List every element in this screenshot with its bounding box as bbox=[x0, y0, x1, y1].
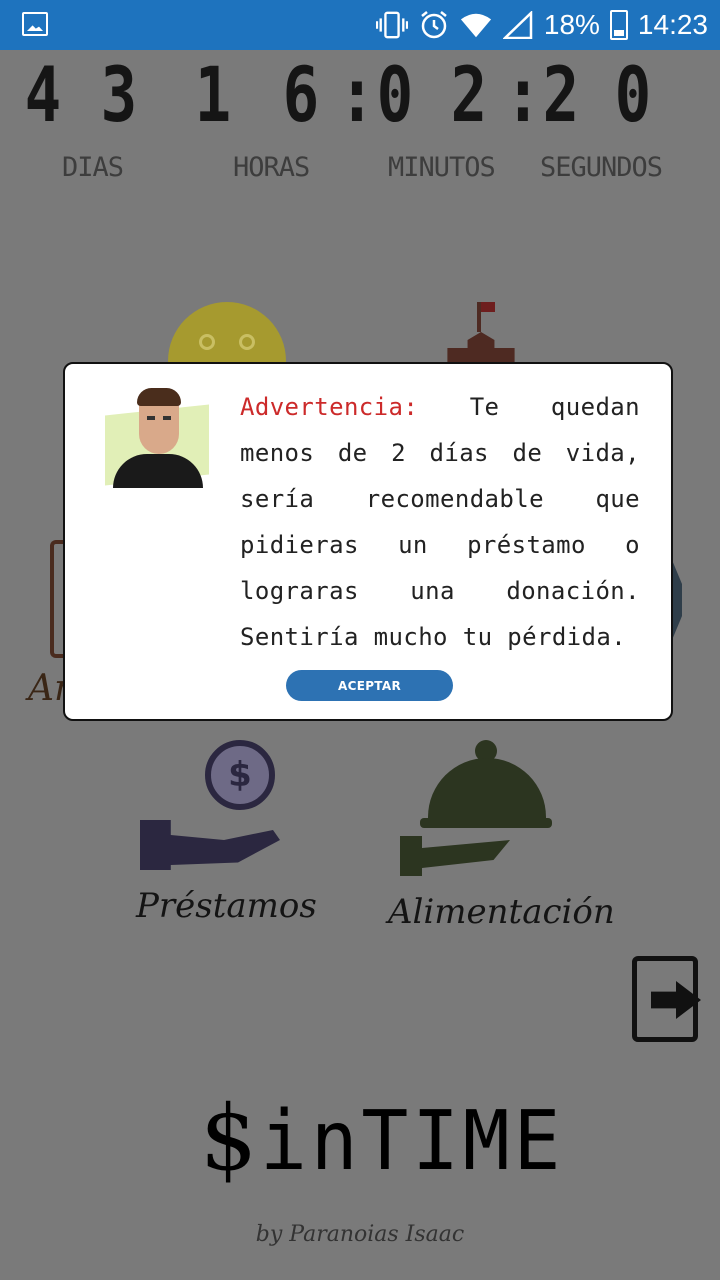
warning-text: Te quedan menos de 2 días de vida, sería… bbox=[240, 393, 640, 651]
warning-label: Advertencia: bbox=[240, 393, 419, 421]
status-bar: 18% 14:23 bbox=[0, 0, 720, 50]
app-logo: $ inTIME bbox=[200, 1089, 560, 1190]
countdown-digit: 0 bbox=[614, 50, 652, 139]
loans-icon[interactable]: $ bbox=[140, 740, 290, 870]
countdown-separator: : bbox=[504, 50, 542, 139]
accept-button[interactable]: ACEPTAR bbox=[286, 670, 453, 701]
avatar-hair bbox=[137, 388, 181, 406]
flag-icon bbox=[477, 302, 495, 332]
label-days: DIAS bbox=[62, 152, 124, 183]
food-cloche-icon[interactable] bbox=[400, 740, 560, 880]
countdown-digit: 6 bbox=[282, 50, 320, 139]
dialog-message: Advertencia: Te quedan menos de 2 días d… bbox=[240, 384, 640, 660]
gallery-icon bbox=[22, 12, 48, 36]
menu-item-right-icon[interactable] bbox=[672, 560, 682, 640]
countdown-digit: 3 bbox=[100, 50, 138, 139]
coin-eye bbox=[199, 334, 215, 350]
avatar-eye bbox=[163, 416, 171, 420]
countdown-digit: 4 bbox=[24, 50, 62, 139]
status-time: 14:23 bbox=[637, 9, 708, 40]
countdown-digit: 2 bbox=[450, 50, 488, 139]
exit-button[interactable] bbox=[632, 956, 701, 1042]
loans-label[interactable]: Préstamos bbox=[136, 886, 317, 926]
coin-eye bbox=[239, 334, 255, 350]
avatar bbox=[105, 386, 211, 488]
status-icons: 18% 14:23 bbox=[375, 0, 708, 50]
label-minutes: MINUTOS bbox=[388, 152, 496, 183]
battery-percent: 18% bbox=[543, 9, 600, 40]
food-label[interactable]: Alimentación bbox=[388, 892, 615, 932]
countdown-timer: 4 3 1 6 : 0 2 : 2 0 bbox=[0, 55, 720, 135]
vibrate-icon bbox=[375, 9, 408, 41]
label-seconds: SEGUNDOS bbox=[540, 152, 663, 183]
cloche-tray bbox=[420, 818, 552, 828]
hand-icon bbox=[140, 820, 280, 870]
hand-icon bbox=[400, 836, 510, 876]
alarm-icon bbox=[418, 9, 450, 41]
countdown-digit: 2 bbox=[542, 50, 580, 139]
label-hours: HORAS bbox=[233, 152, 310, 183]
dollar-coin-icon: $ bbox=[205, 740, 275, 810]
logo-text: inTIME bbox=[260, 1094, 565, 1189]
countdown-digit: 0 bbox=[376, 50, 414, 139]
wifi-icon bbox=[460, 9, 492, 41]
cloche-dome bbox=[428, 758, 546, 820]
signal-icon bbox=[502, 9, 534, 41]
logo-dollar: $ bbox=[200, 1086, 258, 1191]
countdown-separator: : bbox=[338, 50, 376, 139]
author-byline: by Paranoias Isaac bbox=[255, 1222, 465, 1247]
exit-arrow-icon bbox=[651, 981, 701, 1019]
battery-icon bbox=[609, 10, 628, 40]
warning-dialog: Advertencia: Te quedan menos de 2 días d… bbox=[63, 362, 673, 721]
avatar-eye bbox=[147, 416, 155, 420]
countdown-digit: 1 bbox=[194, 50, 232, 139]
